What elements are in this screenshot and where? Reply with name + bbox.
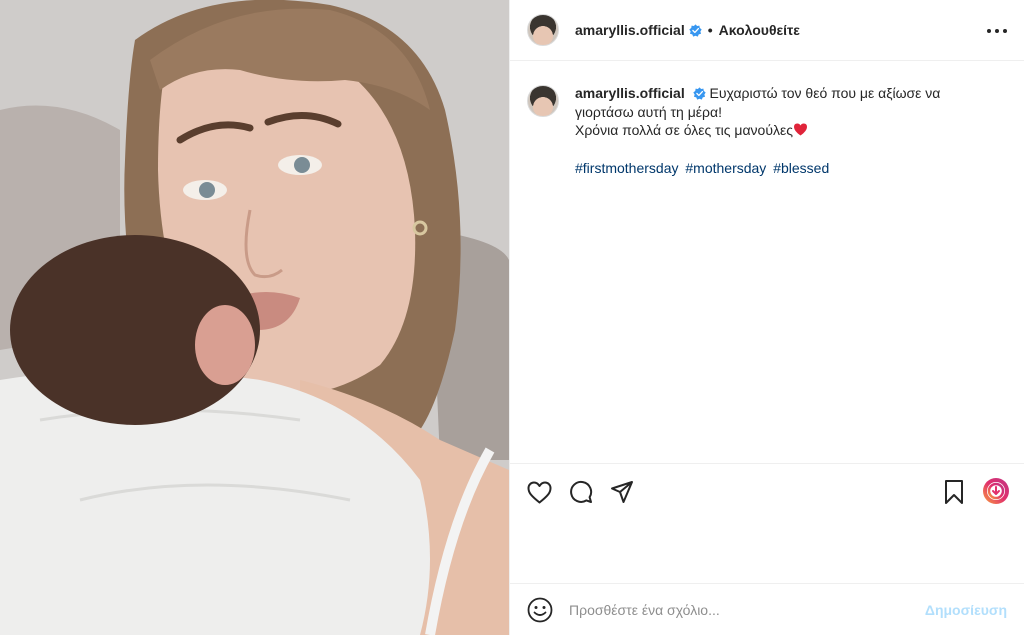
- caption-username[interactable]: amaryllis.official: [575, 85, 685, 101]
- hashtag-link[interactable]: #firstmothersday: [575, 160, 678, 176]
- boost-icon[interactable]: [982, 477, 1010, 505]
- post-photo-illustration: [0, 0, 509, 635]
- hashtag-link[interactable]: #blessed: [773, 160, 829, 176]
- hashtag-link[interactable]: #mothersday: [685, 160, 766, 176]
- verified-badge-icon: [689, 23, 702, 37]
- header-separator: •: [707, 22, 713, 38]
- emoji-icon[interactable]: [527, 597, 553, 623]
- caption-text: amaryllis.official Ευχαριστώ τον θεό που…: [575, 84, 975, 177]
- post-comment-button[interactable]: Δημοσίευση: [925, 602, 1007, 618]
- send-icon[interactable]: [608, 478, 636, 506]
- bookmark-icon[interactable]: [940, 478, 968, 506]
- comment-icon[interactable]: [567, 478, 595, 506]
- following-button[interactable]: Ακολουθείτε: [719, 22, 800, 38]
- post-header: amaryllis.official • Ακολουθείτε: [510, 0, 1024, 61]
- avatar[interactable]: [527, 14, 559, 46]
- post-photo: [0, 0, 509, 635]
- comment-input[interactable]: [569, 601, 909, 618]
- heart-icon[interactable]: [525, 478, 553, 506]
- comment-form: Δημοσίευση: [510, 583, 1024, 635]
- post-details-panel: amaryllis.official • Ακολουθείτε amaryll…: [509, 0, 1024, 635]
- verified-badge-icon: [692, 87, 706, 100]
- more-options-icon[interactable]: [987, 22, 1007, 40]
- post-caption: amaryllis.official Ευχαριστώ τον θεό που…: [527, 84, 1007, 177]
- header-username[interactable]: amaryllis.official: [575, 22, 685, 38]
- heart-emoji-icon: [793, 123, 807, 136]
- post-actions-bar: [510, 463, 1024, 583]
- caption-line-2: Χρόνια πολλά σε όλες τις μανούλες: [575, 122, 793, 138]
- caption-avatar[interactable]: [527, 85, 559, 117]
- hashtag-list: #firstmothersday #mothersday #blessed: [575, 159, 975, 178]
